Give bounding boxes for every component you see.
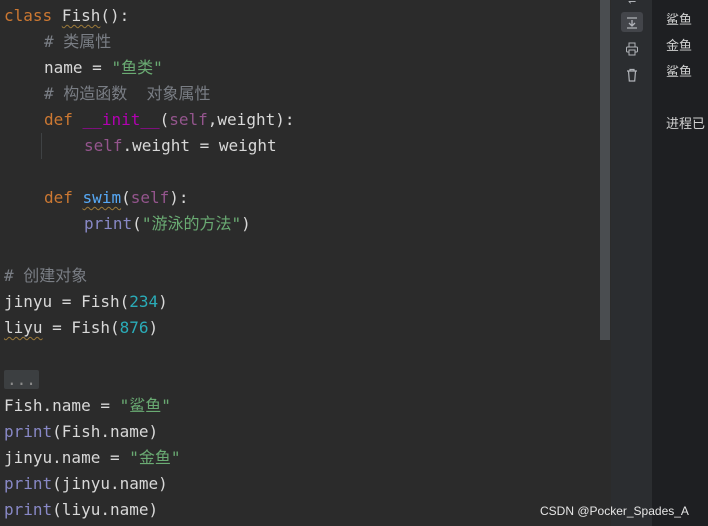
arguments: (liyu.name) [52, 500, 159, 519]
self-keyword: self [169, 110, 208, 129]
code-line-20[interactable]: print(liyu.name) [4, 497, 158, 523]
print-icon[interactable] [621, 39, 643, 59]
class-name: Fish [61, 6, 101, 25]
params: ,weight): [207, 110, 295, 129]
soft-wrap-icon[interactable]: ⇌ [621, 0, 643, 10]
output-line: 鲨鱼 [666, 65, 693, 80]
run-toolbar: ⇌ [611, 0, 652, 526]
identifier: Fish.name [4, 396, 91, 415]
arguments: (Fish.name) [52, 422, 159, 441]
output-line: 金鱼 [666, 39, 693, 54]
builtin-function: print [4, 500, 53, 519]
code-line-8[interactable]: def swim(self): [44, 185, 189, 211]
folded-region[interactable]: ... [4, 370, 39, 389]
punctuation: ) [241, 214, 251, 233]
operator: = [90, 396, 120, 415]
call: = Fish( [52, 292, 130, 311]
punctuation: ( [159, 110, 170, 129]
punctuation: ( [121, 188, 131, 207]
identifier: jinyu.name [4, 448, 101, 467]
output-line: 鲨鱼 [666, 13, 693, 28]
code-line-12[interactable]: jinyu = Fish(234) [4, 289, 168, 315]
builtin-function: print [84, 214, 133, 233]
identifier: name [44, 58, 83, 77]
indent-guide [41, 133, 42, 159]
code-line-5[interactable]: def __init__(self,weight): [44, 107, 294, 133]
punctuation: ): [169, 188, 189, 207]
identifier: liyu [4, 318, 43, 337]
code-line-18[interactable]: jinyu.name = "金鱼" [4, 445, 181, 471]
keyword: def [44, 188, 73, 207]
code-line-17[interactable]: print(Fish.name) [4, 419, 158, 445]
code-line-2[interactable]: # 类属性 [44, 29, 111, 55]
operator: = [100, 448, 130, 467]
string-literal: "鱼类" [111, 58, 163, 77]
arguments: (jinyu.name) [52, 474, 168, 493]
function-name: __init__ [82, 110, 160, 129]
scroll-to-end-icon[interactable] [621, 12, 643, 32]
self-keyword: self [130, 188, 170, 207]
code-line-16[interactable]: Fish.name = "鲨鱼" [4, 393, 171, 419]
editor-scrollbar-thumb[interactable] [600, 0, 610, 340]
run-output-panel[interactable]: 鲨鱼 金鱼 鲨鱼 进程已 [652, 0, 708, 526]
code-line-11[interactable]: # 创建对象 [4, 263, 87, 289]
trash-icon[interactable] [621, 65, 643, 85]
code-line-6[interactable]: self.weight = weight [84, 133, 277, 159]
call: = Fish( [42, 318, 120, 337]
punctuation: ) [148, 318, 159, 337]
identifier: jinyu [4, 292, 53, 311]
statement: .weight = weight [122, 136, 277, 155]
function-name: swim [82, 188, 122, 207]
code-line-13[interactable]: liyu = Fish(876) [4, 315, 158, 341]
punctuation: (): [100, 6, 130, 25]
code-line-3[interactable]: name = "鱼类" [44, 55, 163, 81]
code-line-19[interactable]: print(jinyu.name) [4, 471, 168, 497]
builtin-function: print [4, 474, 53, 493]
operator: = [82, 58, 112, 77]
string-literal: "鲨鱼" [119, 396, 171, 415]
watermark: CSDN @Pocker_Spades_A [540, 504, 689, 518]
builtin-function: print [4, 422, 53, 441]
code-line-1[interactable]: class Fish(): [4, 3, 129, 29]
code-line-9[interactable]: print("游泳的方法") [84, 211, 251, 237]
process-exit-line: 进程已 [666, 117, 706, 132]
number-literal: 234 [129, 292, 159, 311]
punctuation: ) [158, 292, 168, 311]
string-literal: "游泳的方法" [141, 214, 242, 233]
self-keyword: self [84, 136, 123, 155]
code-line-4[interactable]: # 构造函数 对象属性 [44, 81, 211, 107]
number-literal: 876 [119, 318, 149, 337]
punctuation: ( [132, 214, 142, 233]
code-editor[interactable]: class Fish(): # 类属性 name = "鱼类" # 构造函数 对… [0, 0, 600, 526]
keyword: class [4, 6, 53, 25]
string-literal: "金鱼" [129, 448, 181, 467]
keyword: def [44, 110, 73, 129]
code-line-15[interactable]: ... [4, 367, 39, 393]
